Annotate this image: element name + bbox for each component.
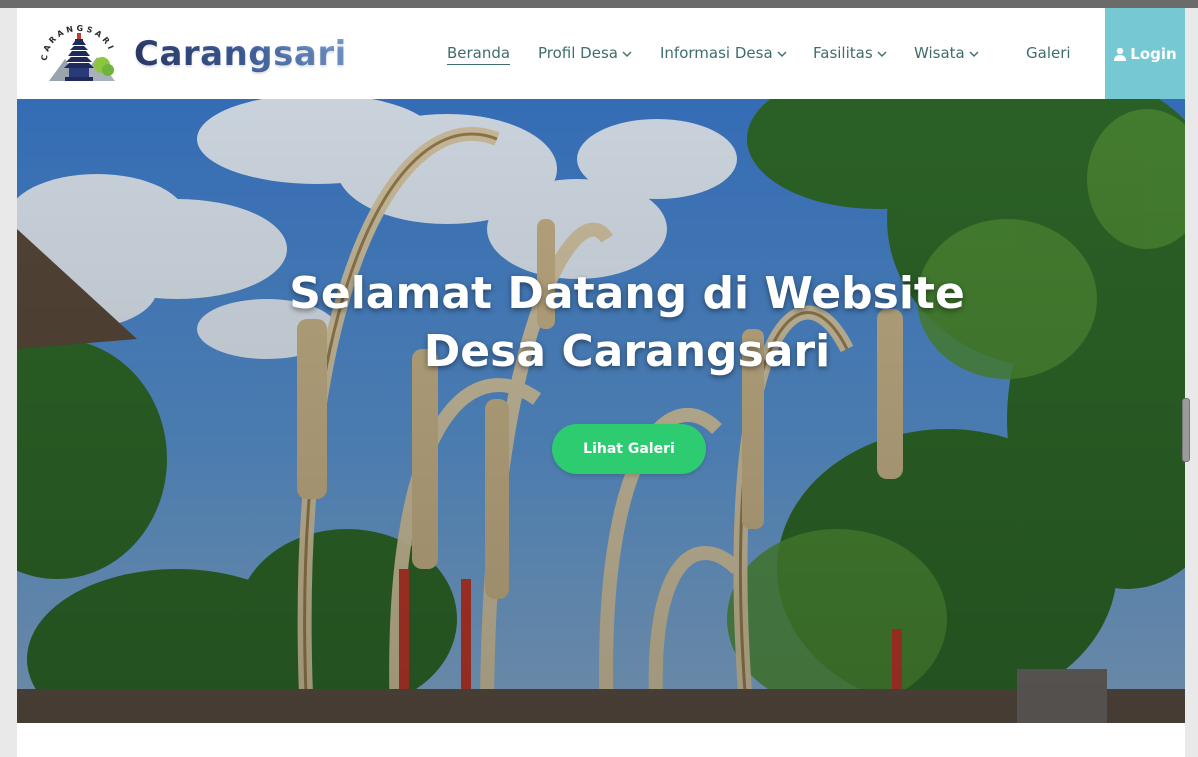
hero-title: Selamat Datang di Website Desa Carangsar… <box>197 265 1057 381</box>
nav-beranda-label: Beranda <box>447 44 511 62</box>
nav-profil-desa-label: Profil Desa <box>538 44 618 62</box>
scrollbar-thumb[interactable] <box>1182 398 1190 462</box>
nav-galeri-label: Galeri <box>1026 44 1071 62</box>
browser-top-edge <box>0 0 1198 8</box>
login-label: Login <box>1130 44 1177 63</box>
chevron-down-icon <box>777 51 787 57</box>
chevron-down-icon <box>969 51 979 57</box>
navbar: CARANGSARI Carangsari Beranda Profil Des… <box>17 8 1185 99</box>
lihat-galeri-button[interactable]: Lihat Galeri <box>552 424 706 474</box>
nav-galeri[interactable]: Galeri <box>1026 42 1071 64</box>
hero-title-line-2: Desa Carangsari <box>423 326 831 377</box>
brand-name[interactable]: Carangsari <box>134 32 347 76</box>
chevron-down-icon <box>622 51 632 57</box>
user-icon <box>1114 47 1127 61</box>
nav-wisata[interactable]: Wisata <box>914 42 980 64</box>
village-logo[interactable]: CARANGSARI <box>39 21 119 85</box>
login-button[interactable]: Login <box>1105 8 1185 99</box>
nav-beranda[interactable]: Beranda <box>447 42 511 65</box>
nav-profil-desa[interactable]: Profil Desa <box>538 42 633 64</box>
nav-informasi-desa[interactable]: Informasi Desa <box>660 42 788 64</box>
webpage: CARANGSARI Carangsari Beranda Profil Des… <box>17 8 1185 757</box>
hero-background-photo <box>17 99 1185 723</box>
nav-informasi-desa-label: Informasi Desa <box>660 44 773 62</box>
hero-title-line-1: Selamat Datang di Website <box>289 268 965 319</box>
chevron-down-icon <box>877 51 887 57</box>
nav-wisata-label: Wisata <box>914 44 965 62</box>
nav-fasilitas[interactable]: Fasilitas <box>813 42 888 64</box>
hero-banner: Selamat Datang di Website Desa Carangsar… <box>17 99 1185 723</box>
nav-fasilitas-label: Fasilitas <box>813 44 873 62</box>
